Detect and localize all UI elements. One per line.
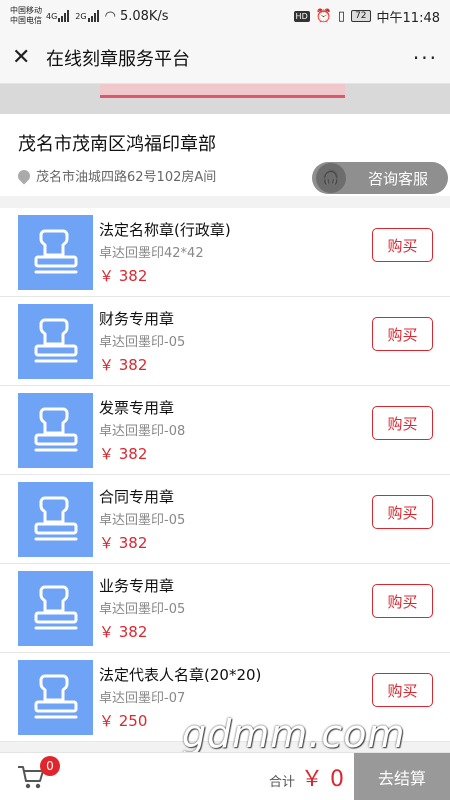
buy-button[interactable]: 购买 [372, 673, 433, 707]
close-icon[interactable]: ✕ [12, 45, 36, 70]
page-title: 在线刻章服务平台 [46, 48, 190, 70]
shop-name: 茂名市茂南区鸿福印章部 [18, 134, 216, 155]
stamp-icon [18, 392, 93, 468]
product-item[interactable]: 法定名称章(行政章) 卓达回墨印42*42 ￥ 382 购买 [0, 208, 450, 297]
cart-total: 合计 ￥ 0 [269, 761, 344, 793]
battery-icon: 72 [351, 10, 371, 22]
wifi-icon: ◠ [104, 8, 116, 24]
consult-label: 咨询客服 [368, 169, 429, 188]
stamp-icon [18, 214, 93, 290]
stamp-icon [18, 659, 93, 735]
buy-button[interactable]: 购买 [372, 406, 433, 440]
banner-image [0, 84, 450, 114]
product-item[interactable]: 财务专用章 卓达回墨印-05 ￥ 382 购买 [0, 297, 450, 386]
product-price: ￥ 382 [99, 444, 148, 463]
stamp-icon [18, 481, 93, 557]
product-price: ￥ 382 [99, 266, 148, 285]
alarm-icon: ⏰ [315, 8, 332, 24]
carrier-2: 中国电信 [10, 16, 42, 25]
buy-button[interactable]: 购买 [372, 317, 433, 351]
cart-count-badge: 0 [40, 755, 60, 776]
headset-icon: 🎧 [316, 163, 346, 193]
product-item[interactable]: 合同专用章 卓达回墨印-05 ￥ 382 购买 [0, 475, 450, 564]
stamp-icon [18, 570, 93, 646]
buy-button[interactable]: 购买 [372, 228, 433, 262]
watermark-text: gdmm.com [182, 712, 406, 756]
product-item[interactable]: 业务专用章 卓达回墨印-05 ￥ 382 购买 [0, 564, 450, 653]
total-value: ￥ 0 [301, 766, 344, 792]
buy-button[interactable]: 购买 [372, 584, 433, 618]
consult-service-button[interactable]: 🎧 咨询客服 [312, 162, 448, 194]
product-list: 法定名称章(行政章) 卓达回墨印42*42 ￥ 382 购买 财务专用章 卓达回… [0, 208, 450, 742]
product-price: ￥ 382 [99, 355, 148, 374]
status-bar: 中国移动 中国电信 4G 2G ◠ 5.08K/s HD ⏰ ▯ 72 中午11… [0, 0, 450, 32]
checkout-button[interactable]: 去结算 [354, 752, 450, 800]
product-price: ￥ 382 [99, 533, 148, 552]
shop-address: 茂名市油城四路62号102房A间 [36, 170, 217, 185]
vibrate-icon: ▯ [337, 8, 346, 24]
total-label: 合计 [268, 774, 295, 790]
cart-footer: 0 合计 ￥ 0 去结算 [0, 752, 450, 800]
network-type-2: 2G [75, 11, 87, 21]
carrier-names: 中国移动 中国电信 [10, 6, 42, 26]
stamp-icon [18, 303, 93, 379]
signal-icon-2 [87, 10, 99, 22]
clock: 中午11:48 [376, 10, 440, 26]
carrier-1: 中国移动 [10, 6, 42, 15]
more-menu-icon[interactable]: ··· [413, 46, 438, 70]
shop-info: 茂名市茂南区鸿福印章部 茂名市油城四路62号102房A间 🎧 咨询客服 [0, 114, 450, 196]
product-price: ￥ 382 [99, 622, 148, 641]
cart-button[interactable]: 0 [16, 755, 60, 792]
signal-icon [58, 10, 70, 22]
product-item[interactable]: 发票专用章 卓达回墨印-08 ￥ 382 购买 [0, 386, 450, 475]
network-type-1: 4G [46, 11, 58, 21]
banner-strip [100, 84, 345, 98]
location-pin-icon [15, 167, 33, 184]
buy-button[interactable]: 购买 [372, 495, 433, 529]
net-speed: 5.08K/s [119, 8, 169, 24]
title-bar: ✕ 在线刻章服务平台 ··· [0, 32, 450, 84]
hd-icon: HD [293, 10, 310, 22]
